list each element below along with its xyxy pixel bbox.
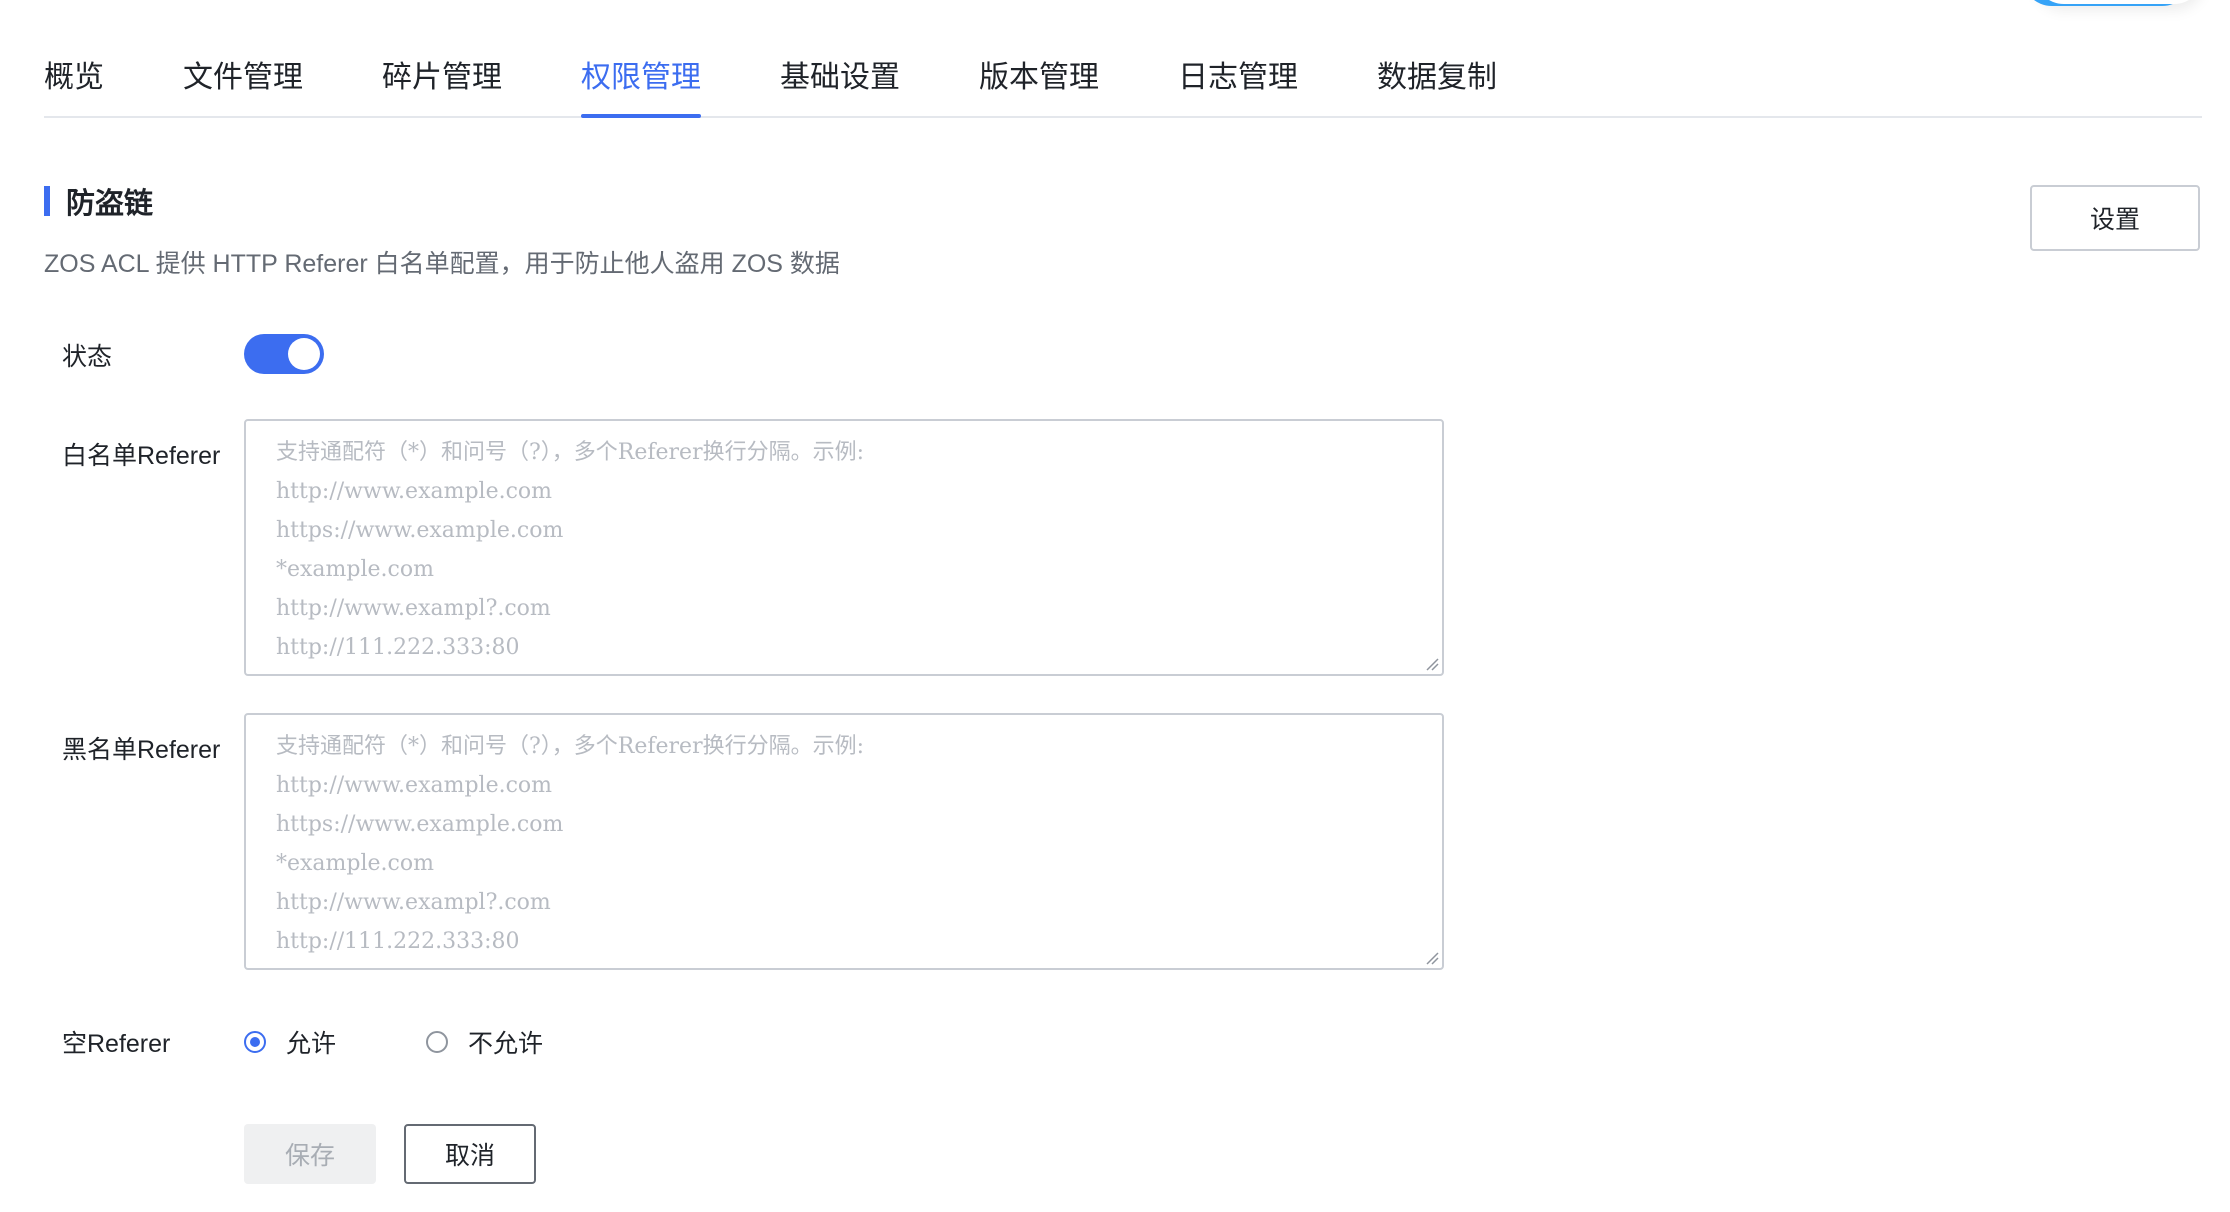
- radio-checked-icon[interactable]: [244, 1031, 266, 1053]
- status-toggle[interactable]: [244, 334, 324, 374]
- tab-basic-settings[interactable]: 基础设置: [780, 0, 900, 116]
- placeholder-line: https://www.example.com: [276, 812, 564, 837]
- section-header: 防盗链: [44, 181, 153, 221]
- placeholder-line: http://111.222.333:80: [276, 929, 520, 954]
- placeholder-line: 支持通配符（*）和问号（?），多个Referer换行分隔。示例:: [276, 440, 865, 465]
- status-label: 状态: [62, 343, 113, 371]
- tab-log-management[interactable]: 日志管理: [1178, 0, 1298, 116]
- resize-handle-icon[interactable]: [1425, 951, 1439, 965]
- settings-button[interactable]: 设置: [2030, 185, 2200, 251]
- blacklist-label: 黑名单Referer: [62, 736, 221, 764]
- placeholder-line: *example.com: [276, 851, 434, 876]
- placeholder-line: http://www.example.com: [276, 773, 553, 798]
- section-title: 防盗链: [66, 188, 154, 220]
- cancel-button[interactable]: 取消: [404, 1124, 536, 1184]
- resize-handle-icon[interactable]: [1425, 657, 1439, 671]
- tab-bar: 概览 文件管理 碎片管理 权限管理 基础设置 版本管理 日志管理 数据复制: [44, 0, 2202, 118]
- radio-unchecked-icon[interactable]: [426, 1031, 449, 1053]
- section-description: ZOS ACL 提供 HTTP Referer 白名单配置，用于防止他人盗用 Z…: [44, 250, 840, 278]
- placeholder-line: https://www.example.com: [276, 518, 564, 543]
- placeholder-line: http://www.exampl?.com: [276, 890, 551, 915]
- placeholder-line: http://111.222.333:80: [276, 635, 520, 660]
- tab-overview[interactable]: 概览: [44, 0, 104, 116]
- radio-disallow[interactable]: 不允许: [426, 1024, 543, 1060]
- tab-fragment-management[interactable]: 碎片管理: [382, 0, 502, 116]
- whitelist-textarea[interactable]: 支持通配符（*）和问号（?），多个Referer换行分隔。示例: http://…: [244, 419, 1444, 676]
- radio-allow-label: 允许: [286, 1030, 337, 1058]
- placeholder-line: http://www.exampl?.com: [276, 596, 551, 621]
- tab-file-management[interactable]: 文件管理: [183, 0, 303, 116]
- placeholder-line: 支持通配符（*）和问号（?），多个Referer换行分隔。示例:: [276, 734, 865, 759]
- placeholder-line: http://www.example.com: [276, 479, 553, 504]
- tab-data-replication[interactable]: 数据复制: [1377, 0, 1497, 116]
- placeholder-line: *example.com: [276, 557, 434, 582]
- tab-version-management[interactable]: 版本管理: [979, 0, 1099, 116]
- tab-permission-management[interactable]: 权限管理: [581, 0, 701, 118]
- toggle-knob: [288, 338, 320, 370]
- page: 概览 文件管理 碎片管理 权限管理 基础设置 版本管理 日志管理 数据复制 防盗…: [0, 0, 2230, 1212]
- radio-allow[interactable]: 允许: [244, 1024, 336, 1060]
- empty-referer-label: 空Referer: [62, 1030, 171, 1058]
- whitelist-label: 白名单Referer: [62, 442, 221, 470]
- blacklist-textarea[interactable]: 支持通配符（*）和问号（?），多个Referer换行分隔。示例: http://…: [244, 713, 1444, 970]
- empty-referer-radio-group: 允许 不允许: [244, 1024, 633, 1060]
- section-accent-bar: [44, 186, 50, 216]
- save-button[interactable]: 保存: [244, 1124, 376, 1184]
- radio-disallow-label: 不允许: [468, 1030, 544, 1058]
